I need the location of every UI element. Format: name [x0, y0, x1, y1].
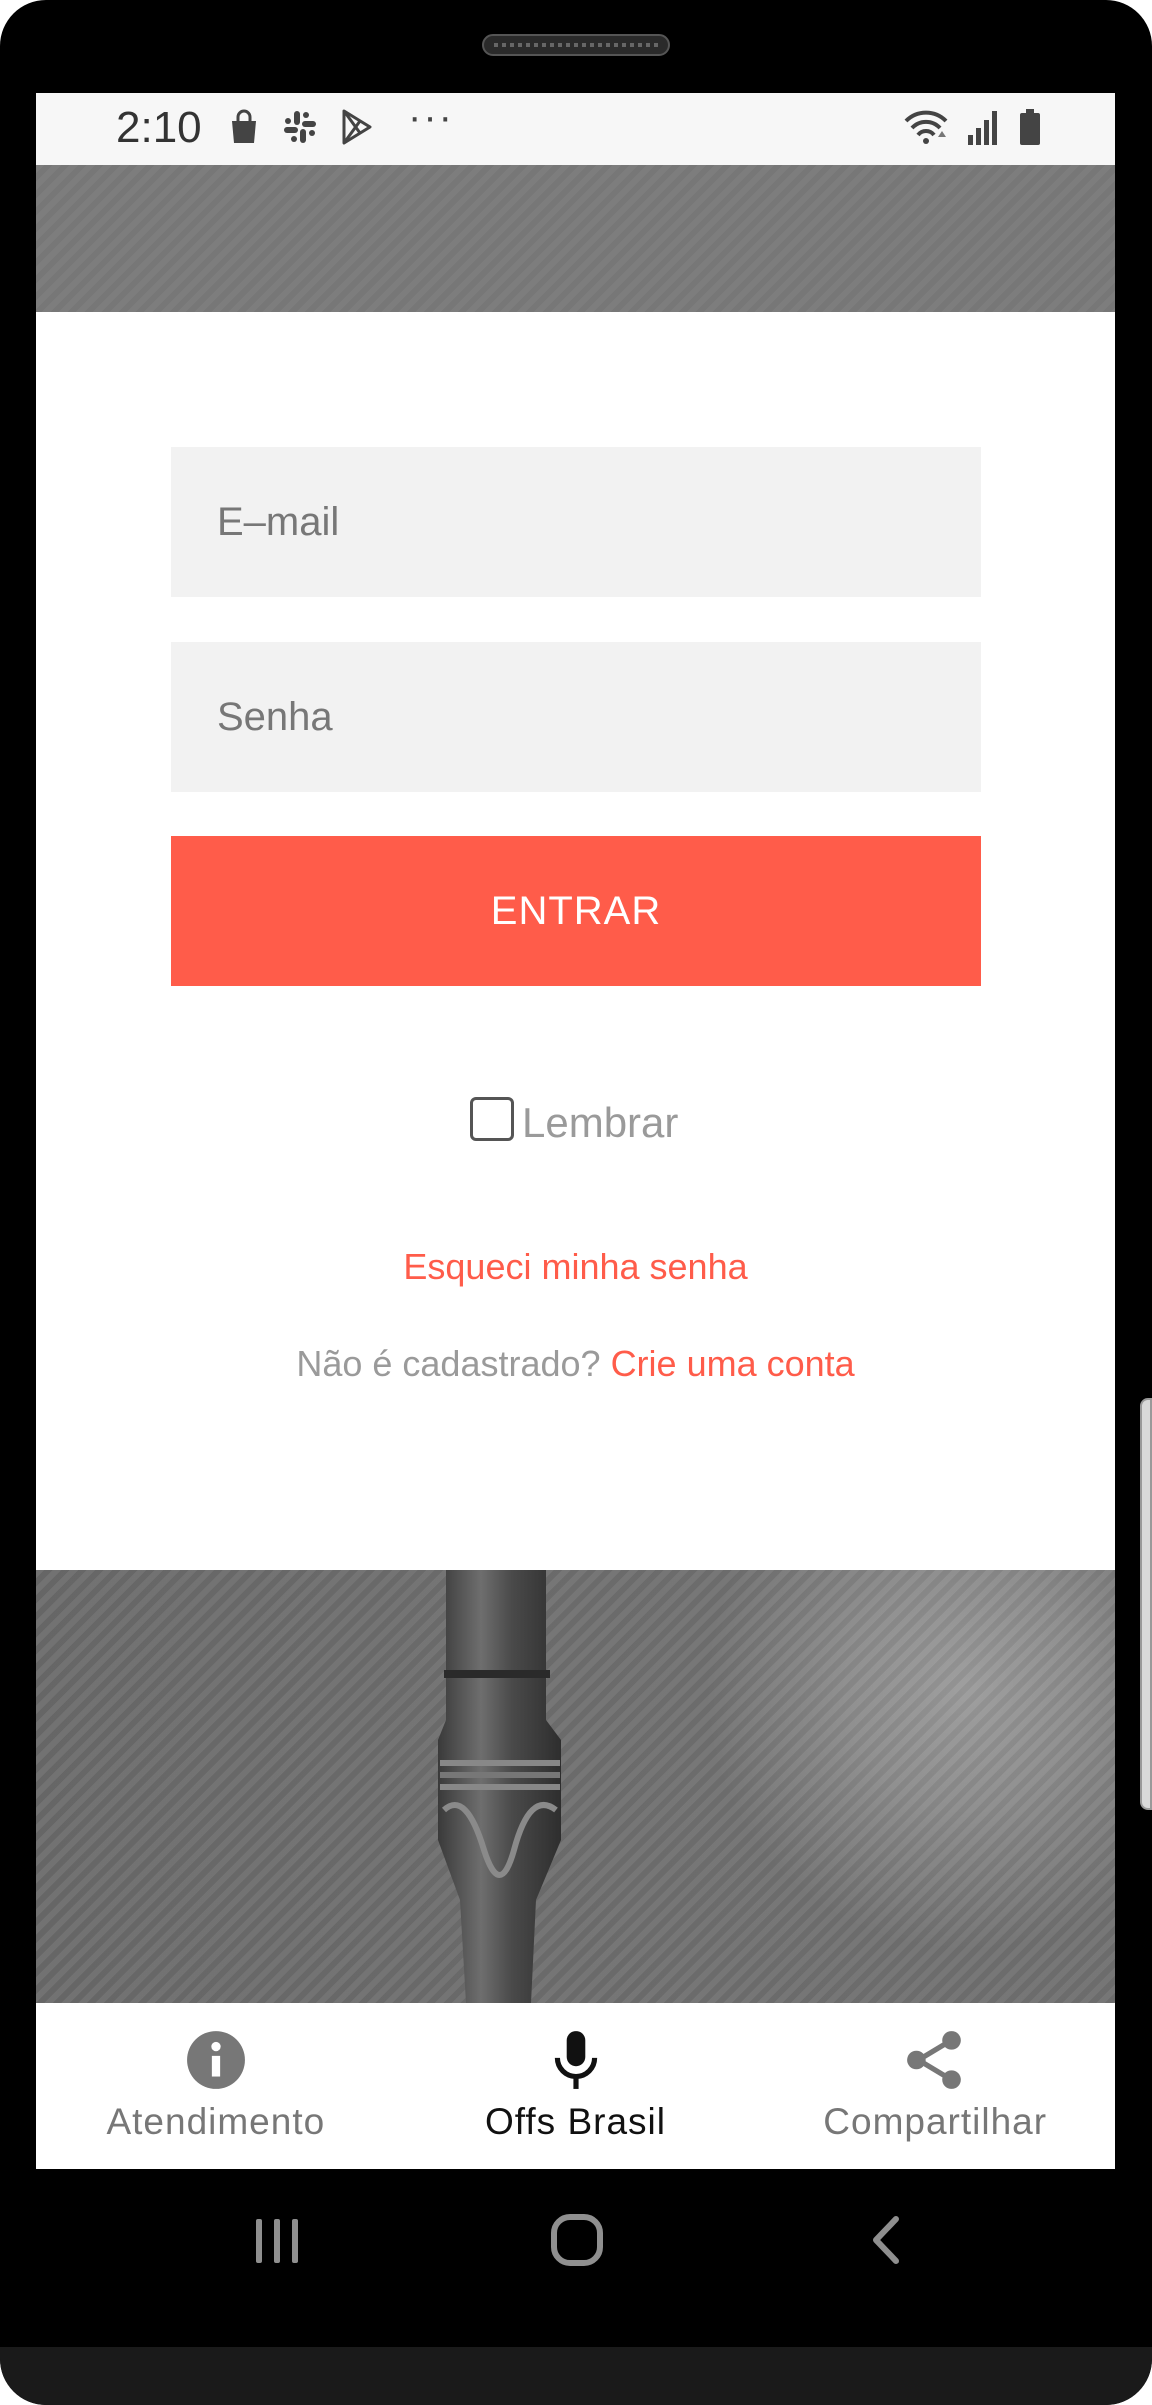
- phone-frame: 2:10 ··· E–mail ENTRAR Lembrar Esqueci m…: [0, 0, 1152, 2405]
- signup-row: Não é cadastrado? Crie uma conta: [36, 1343, 1115, 1385]
- home-icon[interactable]: [550, 2213, 604, 2267]
- forgot-password-link[interactable]: Esqueci minha senha: [36, 1246, 1115, 1288]
- nav-item-atendimento[interactable]: Atendimento: [36, 2003, 396, 2169]
- app-screen: 2:10 ··· E–mail ENTRAR Lembrar Esqueci m…: [36, 93, 1115, 2169]
- hero-band-bottom: [36, 1570, 1115, 2003]
- shopping-bag-icon: [232, 109, 256, 143]
- status-time: 2:10: [116, 103, 202, 152]
- signup-prompt: Não é cadastrado?: [296, 1343, 601, 1384]
- earpiece-speaker: [482, 34, 670, 56]
- recents-icon[interactable]: [250, 2213, 304, 2267]
- bottom-navigation: Atendimento Offs Brasil Compartilhar: [36, 2003, 1115, 2169]
- system-navigation-bar: [0, 2169, 1152, 2347]
- remember-label: Lembrar: [522, 1099, 679, 1146]
- more-notifications-icon: ···: [408, 95, 454, 139]
- signal-icon: [968, 111, 997, 145]
- hero-band-top: [36, 165, 1115, 312]
- play-store-icon: [342, 109, 372, 145]
- battery-icon: [1020, 109, 1040, 145]
- login-submit-button[interactable]: ENTRAR: [171, 836, 981, 986]
- nav-label-atendimento: Atendimento: [106, 2101, 326, 2142]
- create-account-link[interactable]: Crie uma conta: [611, 1343, 855, 1384]
- nav-label-offs-brasil: Offs Brasil: [485, 2101, 666, 2142]
- email-field[interactable]: [171, 447, 981, 597]
- microphone-photo: [438, 1570, 561, 2003]
- slack-icon: [284, 111, 316, 143]
- side-edge-handle: [1140, 1398, 1152, 1810]
- nav-label-compartilhar: Compartilhar: [823, 2101, 1048, 2142]
- phone-bottom-edge: [0, 2347, 1152, 2405]
- microphone-icon: [554, 2031, 597, 2089]
- status-bar: 2:10 ···: [36, 93, 1115, 165]
- remember-me-toggle[interactable]: Lembrar: [470, 1097, 678, 1147]
- info-icon: [186, 2031, 245, 2089]
- nav-item-offs-brasil[interactable]: Offs Brasil: [396, 2003, 756, 2169]
- nav-item-compartilhar[interactable]: Compartilhar: [755, 2003, 1115, 2169]
- back-icon[interactable]: [860, 2213, 914, 2267]
- wifi-icon: [904, 110, 948, 144]
- password-field[interactable]: [171, 642, 981, 792]
- share-icon: [907, 2031, 962, 2089]
- login-card: ENTRAR Lembrar Esqueci minha senha Não é…: [36, 312, 1115, 1570]
- remember-checkbox[interactable]: [470, 1097, 514, 1141]
